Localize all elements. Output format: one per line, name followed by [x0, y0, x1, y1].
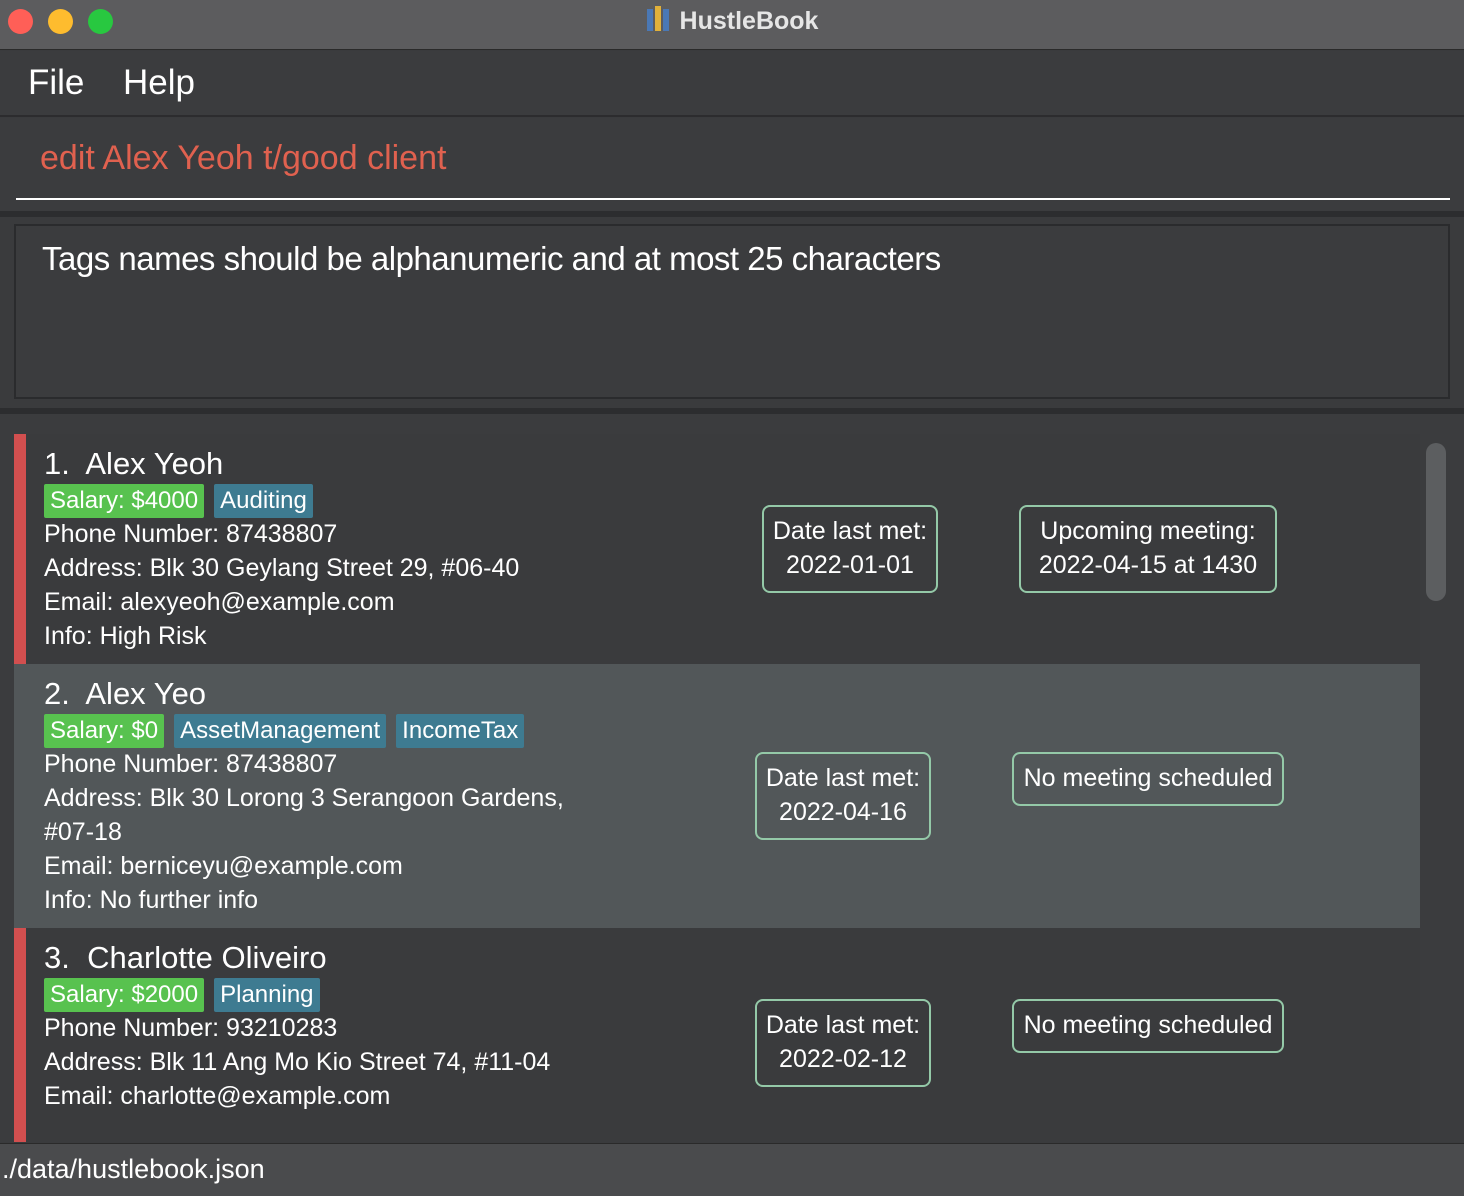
category-tag: Planning — [214, 978, 320, 1012]
app-logo-icon — [646, 6, 669, 32]
meeting-badge: Upcoming meeting: 2022-04-15 at 1430 — [1019, 505, 1277, 593]
command-input[interactable] — [16, 118, 1450, 200]
phone-field: Phone Number: 87438807 — [44, 520, 338, 548]
menu-bar: File Help — [0, 51, 1464, 117]
window-title: HustleBook — [679, 7, 819, 35]
person-card[interactable]: 2. Alex Yeo Salary: $0 AssetManagement Inc… — [14, 664, 1420, 928]
menu-help[interactable]: Help — [123, 63, 195, 103]
person-name: 1. Alex Yeoh — [44, 446, 223, 482]
person-name: 3. Charlotte Oliveiro — [44, 940, 327, 976]
person-name-text: Alex Yeo — [85, 676, 207, 711]
person-index: 3. — [44, 940, 70, 975]
meeting-label: No meeting scheduled — [1023, 764, 1273, 792]
divider — [0, 211, 1464, 217]
date-last-met-label: Date last met: — [772, 517, 928, 545]
meeting-value: 2022-04-15 at 1430 — [1038, 551, 1258, 579]
address-field: Address: Blk 11 Ang Mo Kio Street 74, #1… — [44, 1048, 551, 1076]
scrollbar-thumb[interactable] — [1426, 443, 1446, 601]
person-name-text: Alex Yeoh — [85, 446, 224, 481]
info-field: Info: No further info — [44, 886, 259, 914]
date-last-met-value: 2022-01-01 — [786, 551, 914, 579]
person-name-text: Charlotte Oliveiro — [87, 940, 327, 975]
person-index: 1. — [44, 446, 70, 481]
category-tag: IncomeTax — [396, 714, 525, 748]
category-tag: AssetManagement — [174, 714, 387, 748]
tag-list: Salary: $2000 Planning — [44, 978, 330, 1012]
date-last-met-badge: Date last met: 2022-02-12 — [755, 999, 931, 1087]
person-card[interactable]: 1. Alex Yeoh Salary: $4000 Auditing Phone… — [14, 434, 1420, 664]
date-last-met-value: 2022-04-16 — [779, 798, 907, 826]
person-card[interactable]: 3. Charlotte Oliveiro Salary: $2000 Plann… — [14, 928, 1420, 1142]
email-field: Email: charlotte@example.com — [44, 1082, 391, 1110]
info-field: Info: High Risk — [44, 622, 207, 650]
person-list[interactable]: 1. Alex Yeoh Salary: $4000 Auditing Phone… — [0, 414, 1464, 1142]
save-location-path: ./data/hustlebook.json — [2, 1154, 265, 1184]
email-field: Email: alexyeoh@example.com — [44, 588, 395, 616]
menu-file[interactable]: File — [28, 63, 84, 103]
status-bar: ./data/hustlebook.json — [0, 1143, 1464, 1196]
date-last-met-label: Date last met: — [765, 764, 921, 792]
date-last-met-badge: Date last met: 2022-04-16 — [755, 752, 931, 840]
tag-list: Salary: $4000 Auditing — [44, 484, 323, 518]
salary-tag: Salary: $4000 — [44, 484, 205, 518]
window-title-container: HustleBook — [0, 0, 1464, 44]
date-last-met-label: Date last met: — [765, 1011, 921, 1039]
person-name: 2. Alex Yeo — [44, 676, 206, 712]
meeting-label: Upcoming meeting: — [1040, 517, 1256, 545]
date-last-met-value: 2022-02-12 — [779, 1045, 907, 1073]
salary-tag: Salary: $2000 — [44, 978, 205, 1012]
email-field: Email: berniceyu@example.com — [44, 852, 403, 880]
category-tag: Auditing — [214, 484, 313, 518]
salary-tag: Salary: $0 — [44, 714, 165, 748]
phone-field: Phone Number: 93210283 — [44, 1014, 338, 1042]
tag-list: Salary: $0 AssetManagement IncomeTax — [44, 714, 534, 748]
address-field: Address: Blk 30 Lorong 3 Serangoon Garde… — [44, 784, 564, 812]
result-display: Tags names should be alphanumeric and at… — [14, 224, 1450, 399]
meeting-badge: No meeting scheduled — [1012, 999, 1284, 1053]
phone-field: Phone Number: 87438807 — [44, 750, 338, 778]
date-last-met-badge: Date last met: 2022-01-01 — [762, 505, 938, 593]
command-box — [0, 118, 1464, 213]
title-bar: HustleBook — [0, 0, 1464, 50]
person-index: 2. — [44, 676, 70, 711]
result-message: Tags names should be alphanumeric and at… — [42, 240, 941, 277]
meeting-label: No meeting scheduled — [1023, 1011, 1273, 1039]
meeting-badge: No meeting scheduled — [1012, 752, 1284, 806]
address-field: Address: Blk 30 Geylang Street 29, #06-4… — [44, 554, 520, 582]
address-field-line2: #07-18 — [44, 818, 122, 846]
